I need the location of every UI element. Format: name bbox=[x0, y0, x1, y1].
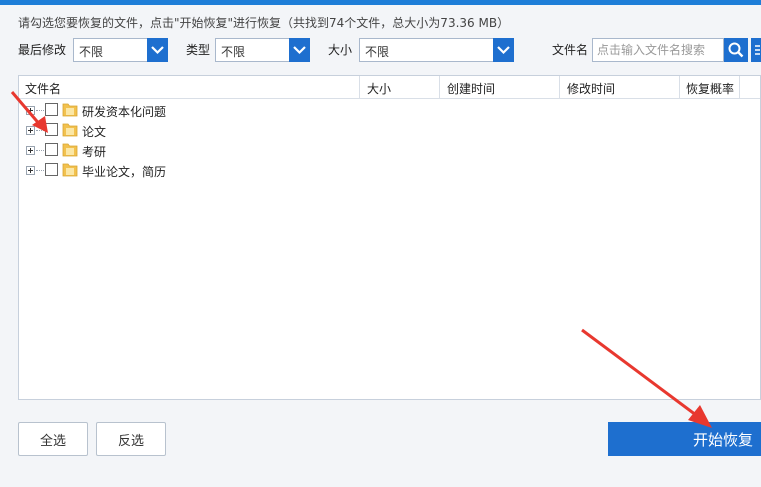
tree-connector bbox=[36, 170, 44, 171]
select-all-button[interactable]: 全选 bbox=[18, 422, 88, 456]
row-filename: 研发资本化问题 bbox=[82, 105, 167, 119]
column-header-probability[interactable]: 恢复概率 bbox=[686, 80, 734, 97]
column-header-size[interactable]: 大小 bbox=[367, 80, 391, 97]
column-divider[interactable] bbox=[439, 76, 440, 99]
row-checkbox[interactable] bbox=[45, 103, 58, 116]
tree-connector bbox=[36, 130, 44, 131]
row-filename: 论文 bbox=[82, 125, 107, 139]
modified-filter-select[interactable]: 不限 bbox=[73, 38, 168, 62]
chevron-down-icon[interactable] bbox=[289, 38, 310, 62]
filename-search-input[interactable] bbox=[592, 38, 724, 62]
window-top-bar bbox=[0, 0, 761, 5]
expand-icon[interactable] bbox=[26, 106, 35, 115]
size-filter-value: 不限 bbox=[365, 45, 390, 59]
invert-selection-button[interactable]: 反选 bbox=[96, 422, 166, 456]
table-header: 文件名 大小 创建时间 修改时间 恢复概率 bbox=[19, 76, 760, 99]
chevron-down-icon[interactable] bbox=[493, 38, 514, 62]
column-header-created[interactable]: 创建时间 bbox=[447, 80, 495, 97]
tree-connector bbox=[36, 110, 44, 111]
tree-connector bbox=[36, 150, 44, 151]
row-checkbox[interactable] bbox=[45, 163, 58, 176]
expand-icon[interactable] bbox=[26, 166, 35, 175]
row-checkbox[interactable] bbox=[45, 123, 58, 136]
size-filter-select[interactable]: 不限 bbox=[359, 38, 514, 62]
table-row[interactable]: 研发资本化问题 bbox=[19, 100, 319, 120]
expand-icon[interactable] bbox=[26, 146, 35, 155]
folder-icon bbox=[62, 163, 78, 177]
column-divider[interactable] bbox=[359, 76, 360, 99]
start-recover-button[interactable]: 开始恢复 bbox=[608, 422, 761, 456]
column-divider[interactable] bbox=[739, 76, 740, 99]
row-checkbox[interactable] bbox=[45, 143, 58, 156]
modified-filter-value: 不限 bbox=[79, 45, 104, 59]
instruction-text: 请勾选您要恢复的文件，点击"开始恢复"进行恢复（共找到74个文件，总大小为73.… bbox=[18, 16, 510, 30]
column-header-modified[interactable]: 修改时间 bbox=[567, 80, 615, 97]
row-filename: 考研 bbox=[82, 145, 107, 159]
folder-icon bbox=[62, 103, 78, 117]
file-table: 文件名 大小 创建时间 修改时间 恢复概率 研发资本化问题 论文 考研 毕业论文… bbox=[18, 75, 761, 400]
options-icon bbox=[755, 45, 760, 55]
column-header-filename[interactable]: 文件名 bbox=[25, 80, 61, 97]
modified-filter-label: 最后修改 bbox=[18, 43, 67, 57]
chevron-down-icon[interactable] bbox=[147, 38, 168, 62]
folder-icon bbox=[62, 143, 78, 157]
extra-search-button[interactable] bbox=[751, 38, 761, 62]
type-filter-value: 不限 bbox=[221, 45, 246, 59]
column-divider[interactable] bbox=[559, 76, 560, 99]
column-divider[interactable] bbox=[679, 76, 680, 99]
folder-icon bbox=[62, 123, 78, 137]
row-filename: 毕业论文，简历 bbox=[82, 165, 167, 179]
search-button[interactable] bbox=[724, 38, 748, 62]
type-filter-label: 类型 bbox=[186, 43, 211, 57]
table-row[interactable]: 考研 bbox=[19, 140, 319, 160]
table-row[interactable]: 毕业论文，简历 bbox=[19, 160, 319, 180]
expand-icon[interactable] bbox=[26, 126, 35, 135]
table-row[interactable]: 论文 bbox=[19, 120, 319, 140]
filename-filter-label: 文件名 bbox=[552, 43, 589, 57]
size-filter-label: 大小 bbox=[328, 43, 353, 57]
search-icon bbox=[728, 42, 744, 58]
type-filter-select[interactable]: 不限 bbox=[215, 38, 310, 62]
